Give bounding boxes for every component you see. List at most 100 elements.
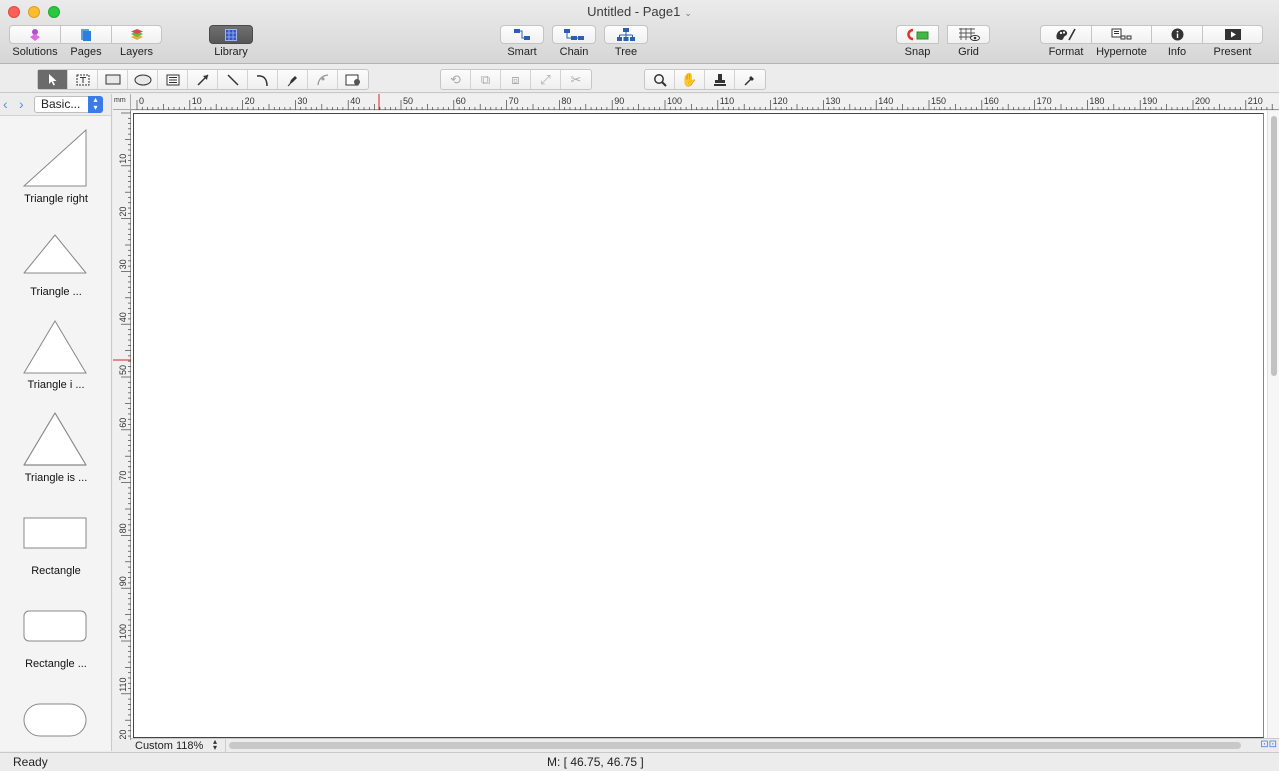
ruler-tick-label: 100 [667,96,682,106]
ellipse-tool-icon[interactable] [128,70,158,89]
text-tool-icon[interactable] [158,70,188,89]
drawing-canvas[interactable] [131,111,1267,738]
ruler-tick-label: 60 [118,418,128,428]
hypernote-label: Hypernote [1096,46,1147,58]
hypernote-button[interactable]: Hypernote [1091,25,1152,58]
ruler-tick-label: 210 [1248,96,1263,106]
library-button[interactable]: Library [209,25,253,58]
present-button[interactable]: Present [1202,25,1263,58]
grid-button[interactable]: Grid [947,25,990,58]
ruler-tick-label: 110 [720,96,734,106]
pointer-tool-icon[interactable] [38,70,68,89]
horizontal-scrollbar[interactable] [229,742,1241,749]
ruler-tick-label: 90 [118,576,128,586]
chain-button[interactable]: Chain [552,25,596,58]
ruler-tick-label: 30 [297,96,307,106]
grid-icon [947,25,990,44]
tree-button[interactable]: Tree [604,25,648,58]
rectangle-shape-icon [23,517,87,549]
ruler-unit[interactable]: mm [113,94,131,110]
ruler-tick-label: 160 [984,96,999,106]
chevron-down-icon: ⌄ [684,8,692,18]
layers-label: Layers [119,46,154,58]
library-nav: ‹ › Basic... ▴ ▾ [0,94,111,116]
ruler-tick-label: 40 [350,96,360,106]
page-sheet[interactable] [133,113,1264,738]
ungroup-icon[interactable]: ⧈ [501,70,531,89]
rectangle-tool-icon[interactable] [98,70,128,89]
library-shape-rectangle[interactable]: Rectangle [0,490,111,583]
vertical-ruler: 10 20 30 40 50 60 70 80 90 100 110 120 [113,110,131,745]
canvas-bottom-bar: Custom 118% ▴ ▾ ⊡⊡ [131,738,1279,753]
ruler-tick-label: 150 [931,96,946,106]
library-shape-triangle-right[interactable]: Triangle right [0,118,111,211]
pill-shape-icon [23,703,87,737]
layers-button[interactable]: Layers [111,25,162,58]
library-select[interactable]: Basic... ▴ ▾ [34,96,103,113]
group-icon[interactable]: ⧉ [471,70,501,89]
arrow-line-tool-icon[interactable] [188,70,218,89]
library-shape-label: Rectangle ... [25,658,87,670]
format-button[interactable]: Format [1040,25,1092,58]
back-icon[interactable]: ‹ [3,96,8,112]
bezier-tool-icon[interactable] [308,70,338,89]
line-tool-icon[interactable] [218,70,248,89]
arc-tool-icon[interactable] [248,70,278,89]
select-arrows-icon: ▴ ▾ [88,96,103,113]
ruler-tick-label: 0 [139,96,144,106]
ruler-tick-label: 20 [245,96,255,106]
vertical-scrollbar[interactable] [1267,111,1279,738]
format-icon [1040,25,1092,44]
rotate-icon[interactable]: ⟲ [441,70,471,89]
layers-icon [111,25,162,44]
window-title-text: Untitled - Page1 [587,4,681,19]
present-icon [1202,25,1263,44]
ruler-tick-label: 180 [1089,96,1104,106]
smart-connector-icon [500,25,544,44]
grid-label: Grid [958,46,979,58]
zoom-stepper-icon[interactable]: ▴ ▾ [213,738,217,752]
library-shape-pill[interactable] [0,676,111,751]
pages-icon [60,25,112,44]
vertical-ruler-ticks: 10 20 30 40 50 60 70 80 90 100 110 120 [113,112,131,745]
info-label: Info [1167,46,1187,58]
text-box-tool-icon[interactable] [68,70,98,89]
smart-label: Smart [507,46,537,58]
library-shape-triangle[interactable]: Triangle ... [0,211,111,304]
ruler-tick-label: 30 [118,259,128,269]
horizontal-ruler: 0 10 20 30 40 50 60 70 80 90 100 110 120 130 140 150 160… [131,94,1279,110]
split-icon[interactable]: ✂ [561,70,591,89]
ruler-tick-label: 20 [118,207,128,217]
zoom-level-select[interactable]: Custom 118% [131,739,226,753]
forward-icon[interactable]: › [19,96,24,112]
vertical-scroll-thumb[interactable] [1271,116,1277,376]
snap-button[interactable]: Snap [896,25,939,58]
library-shape-triangle-isosceles[interactable]: Triangle i ... [0,304,111,397]
add-point-icon[interactable]: ⤢ [531,70,561,89]
library-icon [209,25,253,44]
window-titlebar: Untitled - Page1 ⌄ Solutions Pages Layers… [0,0,1279,64]
snap-label: Snap [904,46,931,58]
pen-tool-icon[interactable] [278,70,308,89]
info-button[interactable]: Info [1151,25,1203,58]
insert-shape-tool-icon[interactable] [338,70,368,89]
window-title[interactable]: Untitled - Page1 ⌄ [0,4,1279,19]
library-shape-triangle-is-rounded[interactable]: Triangle is ... [0,397,111,490]
library-shape-rectangle-rounded[interactable]: Rectangle ... [0,583,111,676]
triangle-rounded-shape-icon [23,412,87,466]
stamp-tool-icon[interactable] [705,70,735,89]
chain-icon [552,25,596,44]
ruler-tick-label: 10 [192,96,202,106]
hand-tool-icon[interactable]: ✋ [675,70,705,89]
pages-button[interactable]: Pages [60,25,112,58]
edit-tools-group: ⟲ ⧉ ⧈ ⤢ ✂ [440,69,592,90]
zoom-tool-icon[interactable] [645,70,675,89]
view-tools-group: ✋ [644,69,766,90]
solutions-button[interactable]: Solutions [9,25,61,58]
library-shape-label: Triangle i ... [27,379,85,391]
smart-connector-button[interactable]: Smart [500,25,544,58]
fit-page-icon[interactable]: ⊡⊡ [1260,739,1277,750]
eyedropper-tool-icon[interactable] [735,70,765,89]
solutions-label: Solutions [12,46,58,58]
triangle-shape-icon [23,234,87,274]
